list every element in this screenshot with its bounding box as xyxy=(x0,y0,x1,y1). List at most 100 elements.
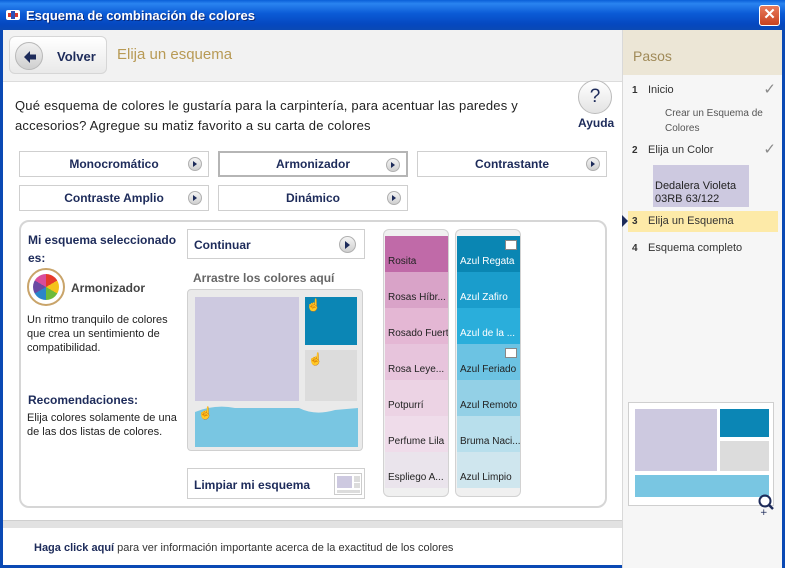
color-swatch[interactable]: Rosa Leye... xyxy=(385,344,448,380)
color-swatch-label: Potpurrí xyxy=(388,400,424,411)
window-border-left xyxy=(0,30,3,568)
color-swatch[interactable]: Azul Remoto xyxy=(457,380,520,416)
preview-mid-right-color xyxy=(720,441,769,471)
app-logo-icon xyxy=(6,10,20,20)
arrow-right-icon xyxy=(387,191,401,205)
drop-zone-bottom[interactable] xyxy=(195,404,358,447)
zoom-icon[interactable]: + xyxy=(757,494,777,516)
color-swatch-label: Azul de la ... xyxy=(460,328,516,339)
chosen-color-swatch: Dedalera Violeta 03RB 63/122 xyxy=(653,165,749,207)
selected-scheme-name: Armonizador xyxy=(71,281,146,295)
arrow-right-icon xyxy=(586,157,600,171)
color-swatch[interactable]: Bruma Naci... xyxy=(457,416,521,452)
color-swatch[interactable]: Rosita xyxy=(385,236,448,272)
step-elija-color[interactable]: 2 Elija un Color ✓ xyxy=(628,140,778,161)
title-bar: Esquema de combinación de colores ✕ xyxy=(0,0,785,30)
continue-label: Continuar xyxy=(194,238,251,252)
selected-scheme-description: Un ritmo tranquilo de colores que crea u… xyxy=(27,314,168,354)
step-number: 4 xyxy=(632,243,638,254)
scheme-thumbnail-icon xyxy=(334,473,362,495)
step-label: Inicio xyxy=(648,84,674,96)
step-label: Elija un Color xyxy=(648,144,714,156)
recommendations-text: Elija colores solamente de una de las do… xyxy=(27,412,177,438)
color-swatch[interactable]: Espliego A... xyxy=(385,452,448,488)
color-swatch[interactable]: Azul Regata xyxy=(457,236,520,272)
step-number: 3 xyxy=(632,216,638,227)
question-text: Qué esquema de colores le gustaría para … xyxy=(15,98,518,133)
drag-instructions: Arrastre los colores aquí xyxy=(193,271,335,285)
info-card-icon xyxy=(505,348,517,358)
step-label: Esquema completo xyxy=(648,242,743,254)
scheme-label: Contraste Amplio xyxy=(64,191,164,205)
step-esquema-completo[interactable]: 4 Esquema completo xyxy=(628,238,778,259)
drop-zone-main[interactable] xyxy=(195,297,299,401)
color-swatch-label: Azul Zafiro xyxy=(460,292,508,303)
page-title: Elija un esquema xyxy=(117,46,233,63)
color-swatch[interactable]: Azul Limpio xyxy=(457,452,520,488)
color-swatch-label: Azul Limpio xyxy=(460,472,512,483)
back-button[interactable]: Volver xyxy=(9,36,107,74)
svg-text:+: + xyxy=(760,508,768,516)
steps-title: Pasos xyxy=(623,30,782,75)
blue-color-list: Azul Regata Azul Zafiro Azul de la ... Azul… xyxy=(455,229,521,497)
color-swatch[interactable]: Rosas Híbr... xyxy=(385,272,448,308)
clear-scheme-button[interactable]: Limpiar mi esquema xyxy=(187,468,365,499)
arrow-right-icon xyxy=(386,158,400,172)
scheme-dinamico-button[interactable]: Dinámico xyxy=(218,185,408,211)
back-arrow-icon xyxy=(15,42,43,70)
check-icon: ✓ xyxy=(763,141,776,158)
color-swatch-label: Espliego A... xyxy=(388,472,444,483)
color-swatch-label: Rosita xyxy=(388,256,417,267)
color-swatch[interactable]: Rosado Fuerte xyxy=(385,308,449,344)
create-scheme-link[interactable]: Crear un Esquema de Colores xyxy=(665,106,775,136)
step-inicio[interactable]: 1 Inicio ✓ xyxy=(628,80,778,101)
scheme-contrastante-button[interactable]: Contrastante xyxy=(417,151,607,177)
color-swatch-label: Azul Feriado xyxy=(460,364,517,375)
color-swatch-label: Rosado Fuerte xyxy=(388,328,449,339)
close-button[interactable]: ✕ xyxy=(759,5,780,26)
preview-bottom-color xyxy=(635,475,769,497)
help-link[interactable]: Ayuda xyxy=(578,116,614,130)
scheme-preview xyxy=(628,402,774,506)
scheme-monocromatico-button[interactable]: Monocromático xyxy=(19,151,209,177)
bottom-divider xyxy=(3,520,622,528)
step-number: 1 xyxy=(632,85,638,96)
drag-hand-icon: ☝ xyxy=(198,406,213,420)
scheme-armonizador-button[interactable]: Armonizador xyxy=(218,151,408,177)
check-icon: ✓ xyxy=(763,81,776,98)
selected-scheme-title: Mi esquema seleccionado es: xyxy=(28,233,177,265)
color-swatch[interactable]: Azul Zafiro xyxy=(457,272,520,308)
info-link[interactable]: Haga click aquí xyxy=(34,542,114,554)
drag-hand-icon: ☝ xyxy=(308,352,323,366)
current-step-arrow-icon xyxy=(622,215,628,227)
header: Volver Elija un esquema xyxy=(3,30,622,82)
step-elija-esquema[interactable]: 3 Elija un Esquema xyxy=(622,211,778,232)
scheme-drop-area: ☝ ☝ ☝ xyxy=(187,289,363,451)
scheme-label: Dinámico xyxy=(285,191,340,205)
help-icon[interactable]: ? xyxy=(578,80,612,114)
drag-hand-icon: ☝ xyxy=(306,298,321,312)
continue-button[interactable]: Continuar xyxy=(187,229,365,259)
color-swatch-label: Rosa Leye... xyxy=(388,364,445,375)
color-swatch[interactable]: Potpurrí xyxy=(385,380,448,416)
color-swatch[interactable]: Azul de la ... xyxy=(457,308,520,344)
scheme-label: Contrastante xyxy=(474,157,549,171)
info-card-icon xyxy=(505,240,517,250)
scheme-contraste-amplio-button[interactable]: Contraste Amplio xyxy=(19,185,209,211)
color-swatch[interactable]: Azul Feriado xyxy=(457,344,520,380)
color-swatch[interactable]: Perfume Lila xyxy=(385,416,448,452)
preview-main-color xyxy=(635,409,717,471)
clear-scheme-label: Limpiar mi esquema xyxy=(194,478,311,492)
footer-text: para ver información importante acerca d… xyxy=(114,542,454,554)
back-label: Volver xyxy=(57,49,96,64)
color-swatch-label: Azul Regata xyxy=(460,256,515,267)
scheme-label: Monocromático xyxy=(69,157,159,171)
color-swatch-label: Rosas Híbr... xyxy=(388,292,446,303)
step-label: Elija un Esquema xyxy=(648,215,734,227)
preview-top-right-color xyxy=(720,409,769,437)
arrow-right-icon xyxy=(339,236,356,253)
color-swatch-label: Perfume Lila xyxy=(388,436,445,447)
color-swatch-label: Bruma Naci... xyxy=(460,436,521,447)
recommendations-title: Recomendaciones: xyxy=(28,393,139,407)
window-title: Esquema de combinación de colores xyxy=(26,8,256,23)
